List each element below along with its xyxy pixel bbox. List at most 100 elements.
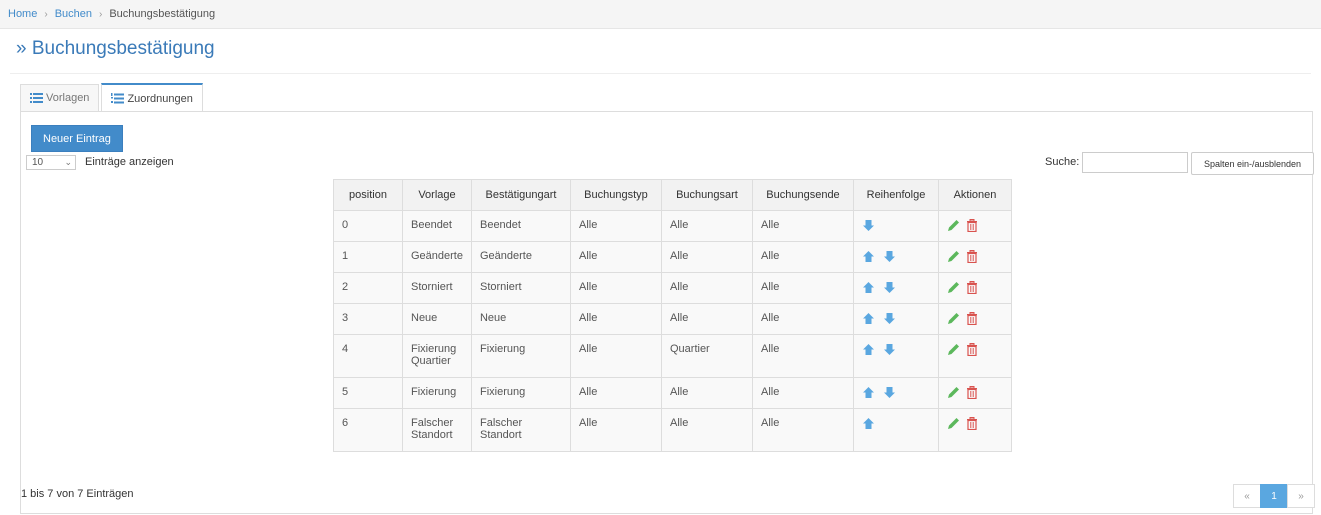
edit-pencil-icon[interactable]: [947, 343, 960, 359]
delete-trash-icon[interactable]: [966, 386, 978, 402]
page-length-value: 10: [32, 157, 44, 168]
edit-pencil-icon[interactable]: [947, 281, 960, 297]
arrow-down-icon[interactable]: [883, 386, 896, 402]
cell-ende: Alle: [751, 303, 854, 335]
pagination: « 1 »: [1233, 484, 1315, 508]
table-row: 5 Fixierung Fixierung Alle Alle Alle: [333, 377, 1012, 409]
delete-trash-icon[interactable]: [966, 312, 978, 328]
cell-vorlage: Neue: [402, 303, 472, 335]
delete-trash-icon[interactable]: [966, 417, 978, 433]
cell-vorlage: Beendet: [402, 210, 472, 242]
column-header-vorlage[interactable]: Vorlage: [402, 179, 472, 211]
column-header-bestaetigungart[interactable]: Bestätigungart: [470, 179, 571, 211]
cell-vorlage: Geänderte: [402, 241, 472, 273]
column-header-buchungsart[interactable]: Buchungsart: [660, 179, 753, 211]
tab-vorlagen-label: Vorlagen: [46, 92, 90, 104]
table-info: 1 bis 7 von 7 Einträgen: [21, 488, 134, 500]
cell-aktionen: [937, 303, 1012, 335]
tab-bar: Vorlagen Zuordnungen: [20, 83, 205, 112]
arrow-up-icon[interactable]: [862, 312, 875, 328]
cell-buchungsart: Alle: [660, 272, 753, 304]
column-header-buchungstyp[interactable]: Buchungstyp: [569, 179, 662, 211]
chevron-right-icon: ›: [44, 8, 48, 20]
edit-pencil-icon[interactable]: [947, 312, 960, 328]
cell-art: Beendet: [470, 210, 571, 242]
title-divider: [10, 73, 1311, 74]
delete-trash-icon[interactable]: [966, 281, 978, 297]
search-input[interactable]: [1082, 152, 1188, 173]
tab-zuordnungen[interactable]: Zuordnungen: [101, 83, 203, 112]
cell-position: 1: [333, 241, 403, 273]
search-label: Suche:: [1045, 156, 1080, 168]
column-header-buchungsende[interactable]: Buchungsende: [751, 179, 854, 211]
page-button-1[interactable]: 1: [1260, 484, 1288, 508]
cell-typ: Alle: [569, 334, 662, 378]
cell-position: 5: [333, 377, 403, 409]
cell-reihenfolge: [852, 408, 939, 452]
arrow-down-icon[interactable]: [883, 281, 896, 297]
zuordnungen-table: position Vorlage Bestätigungart Buchungs…: [333, 179, 1012, 452]
cell-aktionen: [937, 377, 1012, 409]
cell-aktionen: [937, 272, 1012, 304]
breadcrumb-buchen-link[interactable]: Buchen: [55, 8, 92, 20]
arrow-down-icon[interactable]: [883, 312, 896, 328]
cell-reihenfolge: [852, 377, 939, 409]
cell-ende: Alle: [751, 241, 854, 273]
chevron-right-icon: ›: [99, 8, 103, 20]
new-entry-button[interactable]: Neuer Eintrag: [31, 125, 123, 152]
cell-typ: Alle: [569, 377, 662, 409]
cell-art: Storniert: [470, 272, 571, 304]
edit-pencil-icon[interactable]: [947, 386, 960, 402]
cell-vorlage: Fixierung Quartier: [402, 334, 472, 378]
cell-position: 2: [333, 272, 403, 304]
cell-reihenfolge: [852, 303, 939, 335]
cell-art: Geänderte: [470, 241, 571, 273]
previous-page-button[interactable]: «: [1233, 484, 1261, 508]
arrow-down-icon[interactable]: [862, 219, 875, 235]
cell-position: 4: [333, 334, 403, 378]
cell-position: 0: [333, 210, 403, 242]
page-length-select[interactable]: 10 ⌄: [26, 155, 76, 170]
cell-position: 3: [333, 303, 403, 335]
cell-vorlage: Storniert: [402, 272, 472, 304]
cell-typ: Alle: [569, 408, 662, 452]
delete-trash-icon[interactable]: [966, 343, 978, 359]
tab-vorlagen[interactable]: Vorlagen: [20, 84, 100, 111]
breadcrumb: Home › Buchen › Buchungsbestätigung: [0, 0, 1321, 29]
arrow-up-icon[interactable]: [862, 250, 875, 266]
arrow-up-icon[interactable]: [862, 386, 875, 402]
cell-aktionen: [937, 210, 1012, 242]
tab-zuordnungen-label: Zuordnungen: [127, 92, 193, 105]
edit-pencil-icon[interactable]: [947, 250, 960, 266]
edit-pencil-icon[interactable]: [947, 417, 960, 433]
arrow-up-icon[interactable]: [862, 281, 875, 297]
next-page-button[interactable]: »: [1287, 484, 1315, 508]
cell-position: 6: [333, 408, 403, 452]
cell-vorlage: Fixierung: [402, 377, 472, 409]
cell-art: Fixierung: [470, 334, 571, 378]
delete-trash-icon[interactable]: [966, 250, 978, 266]
arrow-up-icon[interactable]: [862, 343, 875, 359]
arrow-down-icon[interactable]: [883, 343, 896, 359]
cell-buchungsart: Alle: [660, 377, 753, 409]
table-row: 1 Geänderte Geänderte Alle Alle Alle: [333, 241, 1012, 273]
arrow-down-icon[interactable]: [883, 250, 896, 266]
table-row: 0 Beendet Beendet Alle Alle Alle: [333, 210, 1012, 242]
arrow-up-icon[interactable]: [862, 417, 875, 433]
table-row: 6 Falscher Standort Falscher Standort Alle A…: [333, 408, 1012, 452]
cell-art: Fixierung: [470, 377, 571, 409]
table-row: 3 Neue Neue Alle Alle Alle: [333, 303, 1012, 335]
cell-typ: Alle: [569, 210, 662, 242]
cell-buchungsart: Alle: [660, 241, 753, 273]
cell-buchungsart: Alle: [660, 210, 753, 242]
table-header-row: position Vorlage Bestätigungart Buchungs…: [333, 179, 1012, 211]
toggle-columns-button[interactable]: Spalten ein-/ausblenden: [1191, 152, 1314, 175]
delete-trash-icon[interactable]: [966, 219, 978, 235]
breadcrumb-home-link[interactable]: Home: [8, 8, 37, 20]
cell-vorlage: Falscher Standort: [402, 408, 472, 452]
cell-reihenfolge: [852, 210, 939, 242]
cell-ende: Alle: [751, 334, 854, 378]
edit-pencil-icon[interactable]: [947, 219, 960, 235]
column-header-reihenfolge[interactable]: Reihenfolge: [852, 179, 939, 211]
column-header-position[interactable]: position: [333, 179, 403, 211]
